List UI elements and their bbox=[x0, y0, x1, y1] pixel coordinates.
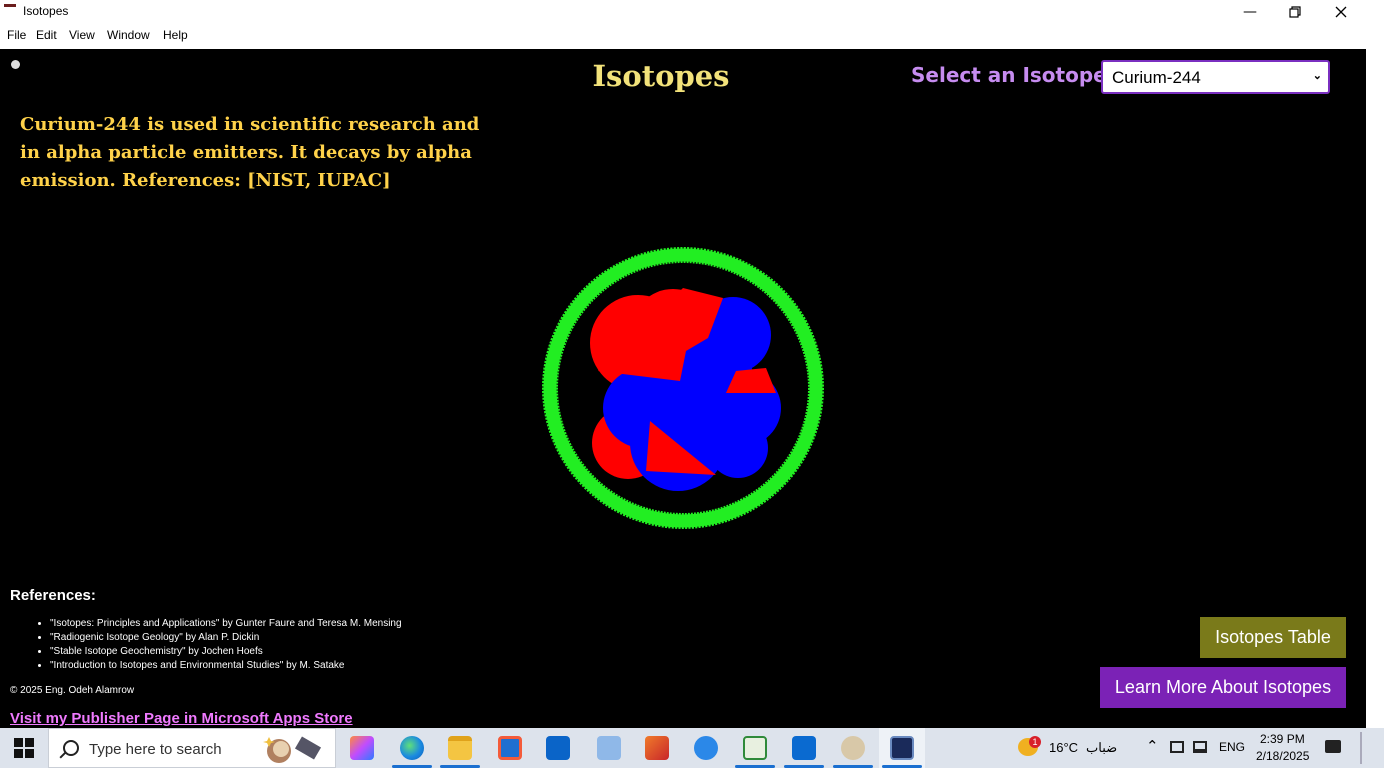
matlab-icon[interactable] bbox=[645, 736, 669, 760]
isotopes-taskbar-item[interactable] bbox=[879, 728, 925, 768]
isotope-select-value: Curium-244 bbox=[1112, 68, 1201, 87]
references-title: References: bbox=[10, 587, 96, 604]
remote-app-icon[interactable] bbox=[792, 736, 816, 760]
close-icon[interactable] bbox=[1318, 0, 1364, 24]
weather-badge: 1 bbox=[1029, 736, 1041, 748]
windows-start-icon[interactable] bbox=[14, 738, 34, 758]
references-list: "Isotopes: Principles and Applications" … bbox=[10, 617, 402, 673]
search-placeholder: Type here to search bbox=[89, 741, 222, 758]
menu-edit[interactable]: Edit bbox=[36, 28, 57, 42]
main-content: Isotopes Select an Isotope: Curium-244 ⌄… bbox=[0, 49, 1366, 728]
isotopes-table-button[interactable]: Isotopes Table bbox=[1200, 617, 1346, 658]
app-a-icon[interactable] bbox=[694, 736, 718, 760]
taskbar-search[interactable]: Type here to search bbox=[48, 728, 336, 768]
copilot-icon[interactable] bbox=[350, 736, 374, 760]
device-icon[interactable] bbox=[1170, 741, 1184, 753]
weather-description[interactable]: ضباب bbox=[1086, 740, 1117, 756]
show-desktop-divider bbox=[1360, 732, 1362, 764]
minimize-icon[interactable]: — bbox=[1227, 0, 1273, 24]
notifications-icon[interactable] bbox=[1325, 740, 1341, 753]
window-edge bbox=[1366, 0, 1384, 728]
app-icon bbox=[4, 4, 16, 15]
store-icon[interactable] bbox=[498, 736, 522, 760]
network-app-icon[interactable] bbox=[597, 736, 621, 760]
chevron-down-icon: ⌄ bbox=[1312, 70, 1322, 82]
select-isotope-label: Select an Isotope: bbox=[911, 63, 1115, 87]
weather-temperature[interactable]: 16°C bbox=[1049, 740, 1078, 755]
clock-date[interactable]: 2/18/2025 bbox=[1256, 749, 1309, 763]
nucleus bbox=[590, 288, 781, 491]
menu-help[interactable]: Help bbox=[163, 28, 188, 42]
edge-icon[interactable] bbox=[400, 736, 424, 760]
outlook-icon[interactable] bbox=[546, 736, 570, 760]
isotopes-app-icon bbox=[890, 736, 914, 760]
copyright: © 2025 Eng. Odeh Alamrow bbox=[10, 685, 135, 696]
menu-bar: File Edit View Window Help bbox=[0, 24, 1366, 48]
reference-item: "Radiogenic Isotope Geology" by Alan P. … bbox=[50, 631, 402, 645]
chart-app-icon[interactable] bbox=[743, 736, 767, 760]
clock-time[interactable]: 2:39 PM bbox=[1260, 732, 1305, 746]
search-icon bbox=[63, 740, 79, 756]
isotope-select[interactable]: Curium-244 ⌄ bbox=[1101, 60, 1330, 94]
reference-item: "Isotopes: Principles and Applications" … bbox=[50, 617, 402, 631]
search-highlight-icon bbox=[263, 736, 322, 763]
learn-more-button[interactable]: Learn More About Isotopes bbox=[1100, 667, 1346, 708]
file-explorer-icon[interactable] bbox=[448, 736, 472, 760]
paint-icon[interactable] bbox=[841, 736, 865, 760]
language-indicator[interactable]: ENG bbox=[1219, 740, 1245, 754]
isotope-description: Curium-244 is used in scientific researc… bbox=[20, 114, 480, 191]
reference-item: "Stable Isotope Geochemistry" by Jochen … bbox=[50, 645, 402, 659]
menu-window[interactable]: Window bbox=[107, 28, 150, 42]
title-bar: Isotopes — bbox=[0, 0, 1366, 24]
atom-visualization bbox=[542, 247, 824, 529]
neutron bbox=[708, 418, 768, 478]
restore-icon[interactable] bbox=[1272, 0, 1318, 24]
network-icon[interactable] bbox=[1193, 741, 1207, 753]
menu-file[interactable]: File bbox=[7, 28, 26, 42]
menu-view[interactable]: View bbox=[69, 28, 95, 42]
window-title: Isotopes bbox=[23, 4, 69, 18]
reference-item: "Introduction to Isotopes and Environmen… bbox=[50, 659, 402, 673]
chevron-up-icon[interactable]: ⌃ bbox=[1146, 737, 1159, 755]
taskbar: Type here to search 1 16°C ضباب ⌃ ENG 2:… bbox=[0, 728, 1384, 768]
publisher-link[interactable]: Visit my Publisher Page in Microsoft App… bbox=[10, 710, 353, 727]
